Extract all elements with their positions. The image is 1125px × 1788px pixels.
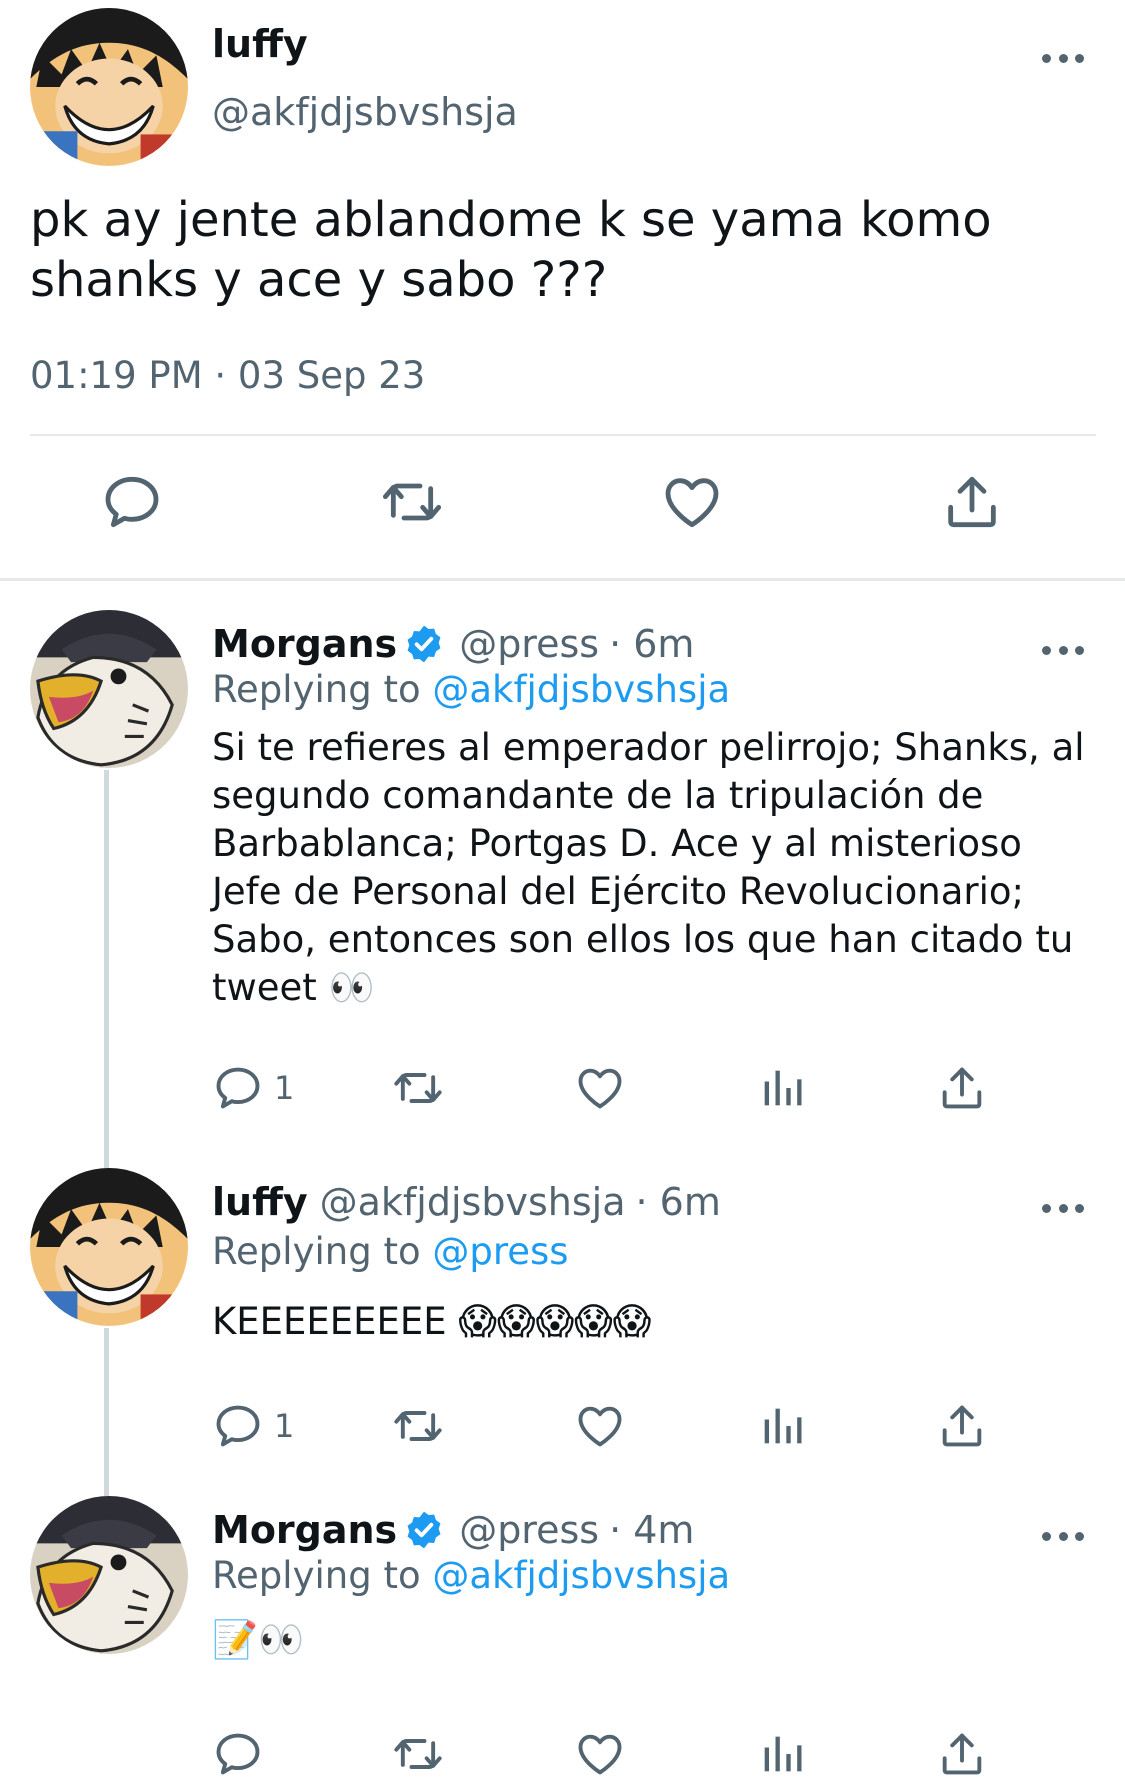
reply-text: KEEEEEEEEE 😱😱😱😱😱 xyxy=(212,1300,652,1343)
avatar[interactable] xyxy=(30,1496,188,1654)
reply-count: 1 xyxy=(274,1407,295,1445)
reply-icon[interactable] xyxy=(100,470,170,540)
author-name[interactable]: luffy xyxy=(212,1180,308,1224)
more-options-icon[interactable] xyxy=(1042,1530,1084,1542)
reply-header: luffy @akfjdjsbvshsja · 6m xyxy=(212,1180,721,1224)
author-name[interactable]: Morgans xyxy=(212,1508,397,1552)
retweet-icon[interactable] xyxy=(392,1062,444,1114)
tweet-time[interactable]: · 6m xyxy=(609,622,694,666)
action-bar: 1 xyxy=(212,1400,1012,1456)
retweet-icon[interactable] xyxy=(380,470,450,540)
thread-line xyxy=(104,1328,109,1498)
reply-tweet[interactable]: Morgans @press · 4m Replying to @akfjdjs… xyxy=(0,1496,1125,1788)
replying-to-label: Replying to xyxy=(212,1554,421,1597)
replying-to-label: Replying to xyxy=(212,1230,421,1273)
verified-badge-icon xyxy=(403,1509,445,1551)
replying-to: Replying to @akfjdjsbvshsja xyxy=(212,668,730,711)
author-handle[interactable]: @akfjdjsbvshsja xyxy=(320,1180,626,1224)
like-icon[interactable] xyxy=(574,1400,626,1452)
tweet-time[interactable]: · 4m xyxy=(609,1508,694,1552)
retweet-icon[interactable] xyxy=(392,1400,444,1452)
replying-to-label: Replying to xyxy=(212,668,421,711)
reply-text: 📝👀 xyxy=(212,1618,305,1661)
share-icon[interactable] xyxy=(936,1062,988,1114)
avatar[interactable] xyxy=(30,1168,188,1326)
reply-icon[interactable]: 1 xyxy=(212,1062,294,1114)
reply-tweet[interactable]: luffy @akfjdjsbvshsja · 6m Replying to @… xyxy=(0,1168,1125,1498)
like-icon[interactable] xyxy=(574,1728,626,1780)
section-separator xyxy=(0,578,1125,581)
author-name[interactable]: luffy xyxy=(212,22,308,66)
more-options-icon[interactable] xyxy=(1042,52,1084,64)
reply-header: Morgans @press · 4m xyxy=(212,1508,694,1552)
more-options-icon[interactable] xyxy=(1042,1202,1084,1214)
replying-to: Replying to @akfjdjsbvshsja xyxy=(212,1554,730,1597)
verified-badge-icon xyxy=(403,623,445,665)
replying-to-handle[interactable]: @akfjdjsbvshsja xyxy=(432,668,730,711)
action-bar xyxy=(212,1728,1012,1784)
reply-header: Morgans @press · 6m xyxy=(212,622,694,666)
like-icon[interactable] xyxy=(574,1062,626,1114)
main-tweet: luffy @akfjdjsbvshsja pk ay jente abland… xyxy=(0,0,1125,580)
action-bar: 1 xyxy=(212,1062,1012,1118)
replying-to-handle[interactable]: @akfjdjsbvshsja xyxy=(432,1554,730,1597)
divider xyxy=(30,434,1096,436)
reply-text: Si te refieres al emperador pelirrojo; S… xyxy=(212,726,1085,1009)
stats-icon[interactable] xyxy=(756,1728,808,1780)
stats-icon[interactable] xyxy=(756,1400,808,1452)
replying-to: Replying to @press xyxy=(212,1230,569,1273)
tweet-text: pk ay jente ablandome k se yama komo sha… xyxy=(30,192,992,308)
retweet-icon[interactable] xyxy=(392,1728,444,1780)
author-name[interactable]: Morgans xyxy=(212,622,397,666)
like-icon[interactable] xyxy=(660,470,730,540)
action-bar xyxy=(0,470,1125,540)
author-handle[interactable]: @press xyxy=(459,1508,599,1552)
replying-to-handle[interactable]: @press xyxy=(432,1230,568,1273)
tweet-time[interactable]: · 6m xyxy=(635,1180,720,1224)
share-icon[interactable] xyxy=(940,470,1010,540)
stats-icon[interactable] xyxy=(756,1062,808,1114)
share-icon[interactable] xyxy=(936,1400,988,1452)
avatar[interactable] xyxy=(30,8,188,166)
more-options-icon[interactable] xyxy=(1042,644,1084,656)
tweet-timestamp[interactable]: 01:19 PM · 03 Sep 23 xyxy=(30,354,425,397)
author-handle[interactable]: @akfjdjsbvshsja xyxy=(212,90,518,134)
reply-tweet[interactable]: Morgans @press · 6m Replying to @akfjdjs… xyxy=(0,610,1125,1170)
avatar[interactable] xyxy=(30,610,188,768)
reply-icon[interactable]: 1 xyxy=(212,1400,294,1452)
reply-icon[interactable] xyxy=(212,1728,264,1780)
thread-line xyxy=(104,770,109,1170)
author-handle[interactable]: @press xyxy=(459,622,599,666)
reply-count: 1 xyxy=(274,1069,295,1107)
share-icon[interactable] xyxy=(936,1728,988,1780)
